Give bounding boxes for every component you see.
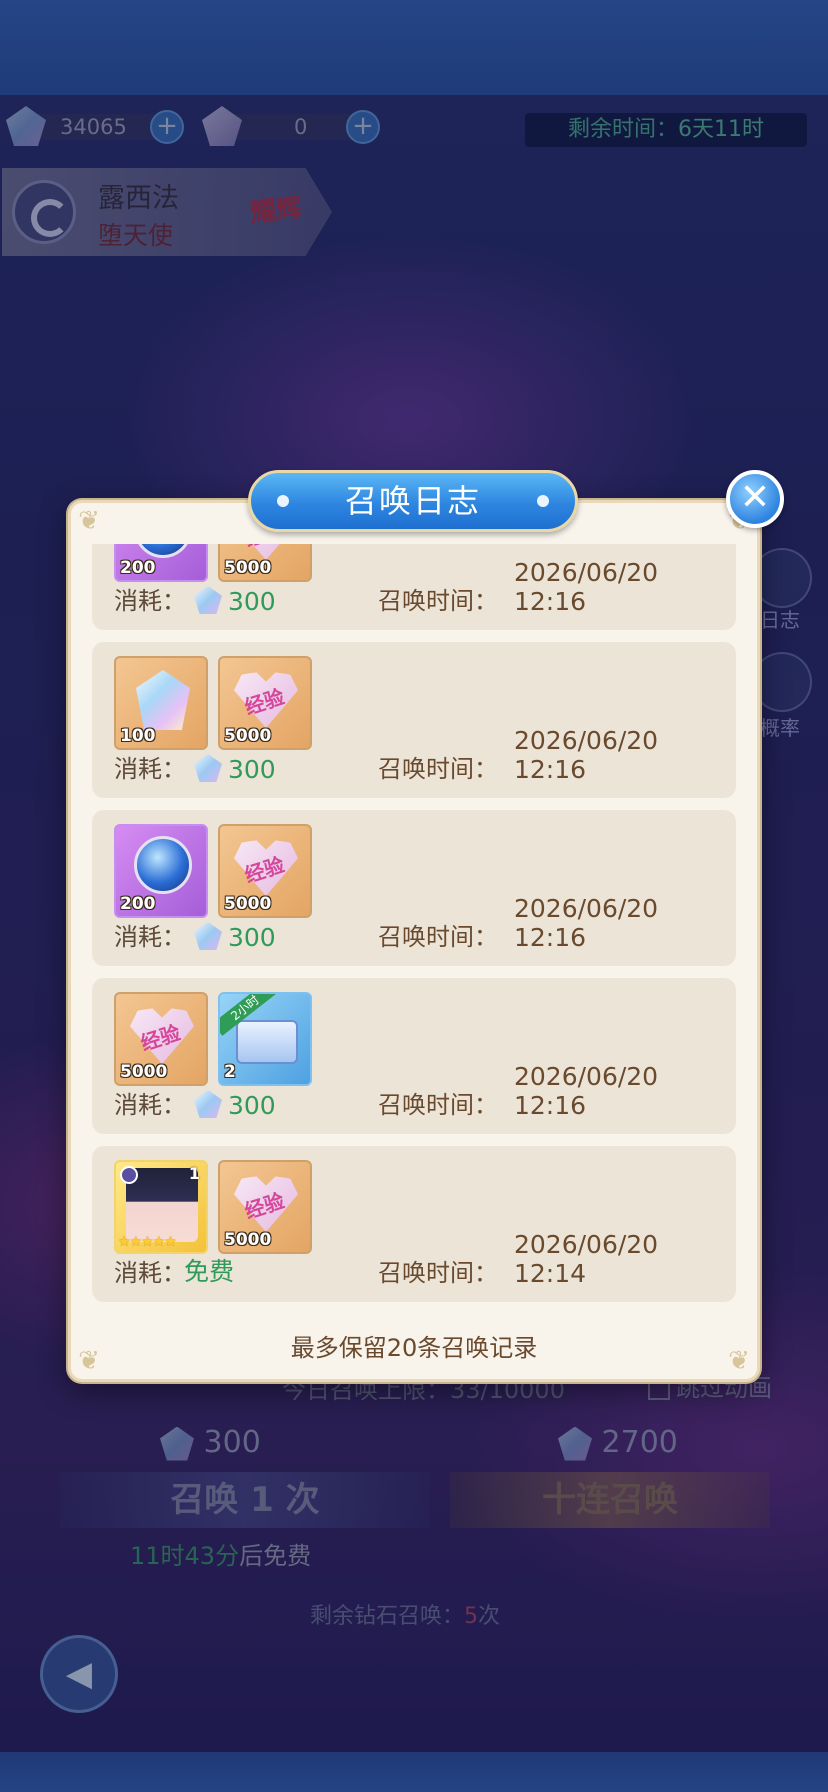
reward-item[interactable]: 2小时 2 [218,992,312,1086]
reward-item[interactable]: 100 [114,656,208,750]
time-label: 召唤时间： [378,587,498,615]
reward-item[interactable]: 经验 5000 [218,1160,312,1254]
game-screen: 34065 + 0 + 剩余时间：6天11时 露西法 堕天使 耀辉 日志 概率 … [0,0,828,1792]
cost-label: 消耗： [114,1091,186,1119]
log-entry: 1 ★★★★★ 经验 5000 消耗： 免费 召唤时间： 2026/06/20 … [92,1146,736,1302]
item-quantity: 100 [120,726,156,746]
title-dot-icon [537,495,549,507]
diamond-icon [194,922,222,950]
cost-label: 消耗： [114,587,186,615]
diamond-icon [194,1090,222,1118]
cost-value: 300 [228,923,276,952]
item-quantity: 1 [188,1164,200,1183]
cost-label: 消耗： [114,923,186,951]
item-quantity: 200 [120,558,156,578]
time-label: 召唤时间： [378,1091,498,1119]
item-quantity: 2 [224,1062,236,1082]
crystal-icon [136,670,190,730]
cost-label: 消耗： [114,1259,186,1287]
title-dot-icon [277,495,289,507]
close-icon: ✕ [739,477,771,518]
cost-value: 300 [228,1091,276,1120]
log-entry: 经验 5000 2小时 2 消耗： 300 召唤时间： 2026/06/20 1… [92,978,736,1134]
reward-item[interactable]: 200 [114,544,208,582]
item-quantity: 5000 [224,894,272,914]
dialog-title: 召唤日志 [248,470,578,532]
diamond-icon [194,586,222,614]
diamond-icon [194,754,222,782]
log-entry: 100 经验 5000 消耗： 300 召唤时间： 2026/06/20 12:… [92,642,736,798]
faction-emblem-icon [120,1166,138,1184]
item-quantity: 5000 [120,1062,168,1082]
treasure-chest-icon [236,1020,298,1064]
item-quantity: 5000 [224,726,272,746]
cost-value: 300 [228,755,276,784]
dialog-title-text: 召唤日志 [344,482,481,520]
item-quantity: 200 [120,894,156,914]
time-label: 召唤时间： [378,1259,498,1287]
time-value: 2026/06/20 12:16 [514,1062,659,1120]
five-star-rating-icon: ★★★★★ [118,1234,177,1250]
star-orb-icon [134,544,192,558]
reward-item[interactable]: 200 [114,824,208,918]
reward-item[interactable]: 1 ★★★★★ [114,1160,208,1254]
cost-value: 300 [228,587,276,616]
summon-log-list[interactable]: 200 经验 5000 消耗： 300 召唤时间： 2026/06/20 12:… [86,544,742,1314]
time-label: 召唤时间： [378,755,498,783]
log-footer-note: 最多保留20条召唤记录 [290,1334,538,1362]
item-quantity: 5000 [224,1230,272,1250]
star-orb-icon [134,836,192,894]
reward-item[interactable]: 经验 5000 [218,656,312,750]
time-value: 2026/06/20 12:16 [514,558,659,616]
reward-item[interactable]: 经验 5000 [114,992,208,1086]
reward-item[interactable]: 经验 5000 [218,824,312,918]
time-value: 2026/06/20 12:16 [514,726,659,784]
item-quantity: 5000 [224,558,272,578]
time-value: 2026/06/20 12:16 [514,894,659,952]
log-entry: 200 经验 5000 消耗： 300 召唤时间： 2026/06/20 12:… [92,544,736,630]
time-value: 2026/06/20 12:14 [514,1230,659,1288]
time-label: 召唤时间： [378,923,498,951]
log-entry: 200 经验 5000 消耗： 300 召唤时间： 2026/06/20 12:… [92,810,736,966]
corner-ornament-icon: ❦ [78,506,100,536]
cost-label: 消耗： [114,755,186,783]
cost-value: 免费 [184,1257,235,1286]
reward-item[interactable]: 经验 5000 [218,544,312,582]
close-button[interactable]: ✕ [726,470,784,528]
